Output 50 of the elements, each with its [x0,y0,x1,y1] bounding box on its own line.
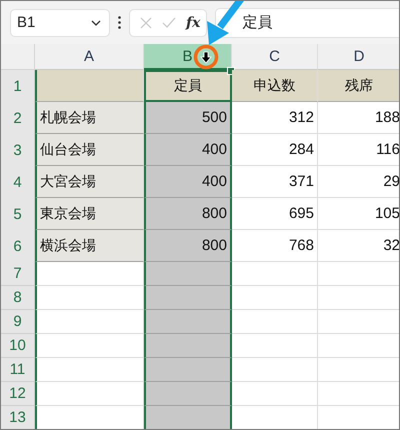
row-header[interactable]: 8 [1,286,35,310]
row-header[interactable]: 5 [1,198,35,231]
table-cell: 札幌会場 [35,102,144,134]
column-header[interactable]: C [232,44,318,70]
name-box[interactable]: B1 [10,8,110,36]
row-header[interactable]: 1 [1,70,35,103]
cancel-icon [140,16,152,28]
table-cell: 800 [144,198,232,230]
table-cell: 116 [318,134,399,166]
row-header[interactable]: 13 [1,406,35,429]
table-cell: 400 [144,134,232,166]
table-cell: 400 [144,166,232,198]
table-cell: 371 [232,166,318,198]
table-cell: 申込数 [232,70,318,102]
cell-reference: B1 [17,14,36,31]
table-cell: 105 [318,198,399,230]
table-cell: 768 [232,230,318,262]
table-cell: 188 [318,102,399,134]
table-cell: 仙台会場 [35,134,144,166]
table-cell: 定員 [144,70,232,102]
table-cell: 800 [144,230,232,262]
row-header[interactable]: 6 [1,230,35,263]
row-header[interactable]: 4 [1,166,35,199]
chevron-down-icon [91,20,101,26]
table-cell: 695 [232,198,318,230]
pointer-arrow [207,1,244,45]
row-header[interactable]: 9 [1,310,35,334]
column-header[interactable]: D [318,44,399,70]
table-cell: 東京会場 [35,198,144,230]
function-button[interactable]: fx [186,14,200,30]
table-cell: 500 [144,102,232,134]
more-options-icon [118,16,121,29]
check-icon [162,17,176,28]
table-cell: 横浜会場 [35,230,144,262]
down-arrow-cursor-icon [200,52,212,64]
table-cell: 残席 [318,70,399,102]
row-header[interactable]: 2 [1,102,35,135]
row-header[interactable]: 12 [1,382,35,406]
row-header[interactable]: 3 [1,134,35,167]
column-header[interactable]: A [35,44,144,70]
highlight-circle [194,44,218,70]
table-cell: 29 [318,166,399,198]
row-header[interactable]: 10 [1,334,35,358]
table-cell: 284 [232,134,318,166]
table-cell: 312 [232,102,318,134]
formula-input[interactable]: 定員 [215,8,399,38]
table-cell: 大宮会場 [35,166,144,198]
row-header[interactable]: 11 [1,358,35,382]
row-header[interactable]: 7 [1,262,35,286]
table-cell: 32 [318,230,399,262]
